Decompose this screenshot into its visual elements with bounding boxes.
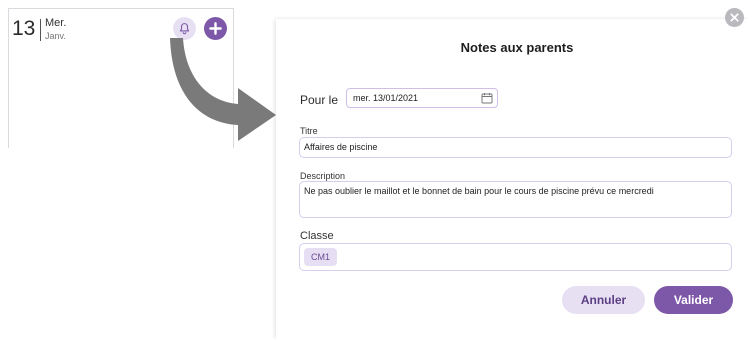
title-label: Titre (300, 126, 318, 136)
day-name: Mer. (45, 17, 67, 29)
modal-title: Notes aux parents (460, 40, 574, 55)
day-separator (40, 19, 41, 41)
date-field[interactable]: mer. 13/01/2021 (346, 88, 498, 108)
notes-bell-button[interactable] (173, 17, 196, 40)
day-month: Janv. (45, 31, 66, 41)
plus-icon (209, 22, 222, 35)
class-chip[interactable]: CM1 (304, 248, 338, 266)
close-icon (730, 13, 739, 22)
cancel-button[interactable]: Annuler (562, 286, 645, 314)
class-field[interactable]: CM1 (299, 243, 732, 271)
description-label: Description (300, 171, 346, 181)
bell-icon (179, 23, 190, 35)
curved-arrow-icon (170, 38, 276, 141)
calendar-icon[interactable] (481, 92, 493, 104)
close-button[interactable] (725, 8, 744, 27)
date-label: Pour le (300, 93, 339, 107)
title-field[interactable]: Affaires de piscine (299, 137, 732, 158)
date-value: mer. 13/01/2021 (353, 93, 419, 103)
add-button[interactable] (204, 17, 227, 40)
day-number: 13 (12, 17, 36, 40)
submit-button[interactable]: Valider (654, 286, 733, 314)
class-label: Classe (300, 230, 334, 242)
description-field[interactable]: Ne pas oublier le maillot et le bonnet d… (299, 181, 732, 218)
